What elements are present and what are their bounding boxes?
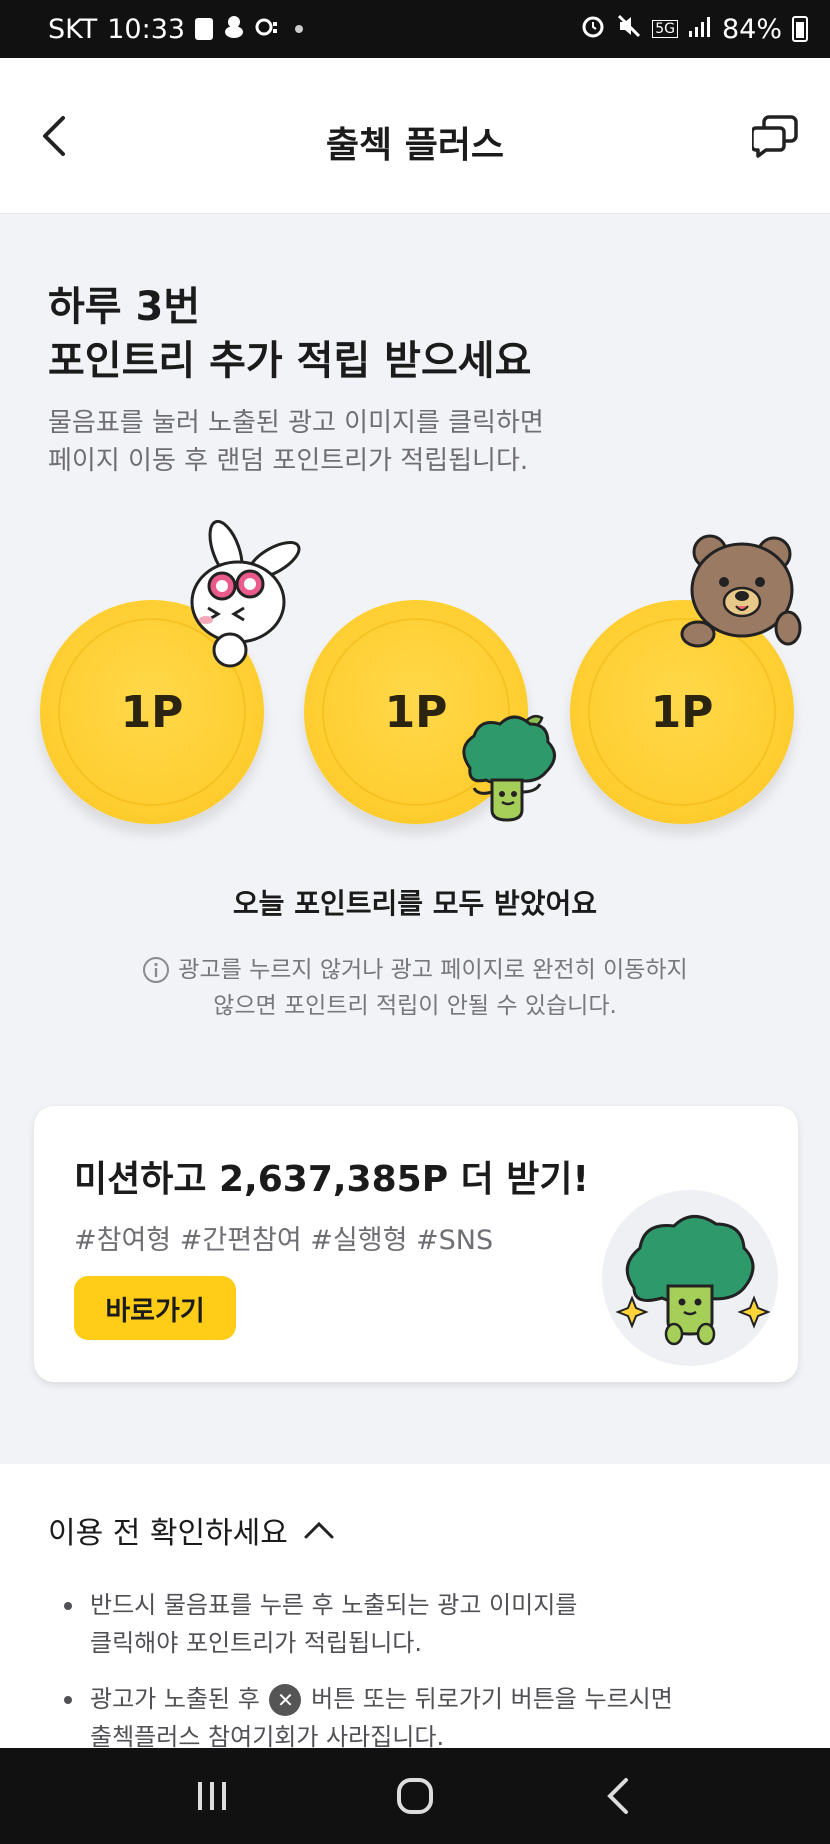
rabbit-character-icon (190, 520, 301, 668)
coin-1-label: 1P (120, 686, 184, 738)
notice-line1: 광고를 누르지 않거나 광고 페이지로 완전히 이동하지 (178, 957, 688, 983)
go-button[interactable]: 바로가기 (74, 1276, 236, 1340)
coin-2-label: 1P (384, 686, 448, 738)
page-title: 출첵 플러스 (325, 125, 505, 166)
info-item-2-after: 버튼 또는 뒤로가기 버튼을 누르시면 (311, 1685, 673, 1713)
info-icon (143, 957, 170, 983)
chevron-up-icon (304, 1521, 334, 1539)
alarm-icon (580, 13, 606, 46)
info-item-1-line1: 반드시 물음표를 누른 후 노출되는 광고 이미지를 (90, 1591, 578, 1619)
home-button[interactable] (385, 1766, 445, 1826)
mute-icon (616, 13, 642, 46)
usage-info-section: 이용 전 확인하세요 반드시 물음표를 누른 후 노출되는 광고 이미지를 클릭… (0, 1464, 830, 1751)
hero-title-line2: 포인트리 추가 적립 받으세요 (48, 338, 532, 384)
mission-tags: #참여형 #간편참여 #실행형 #SNS (74, 1225, 494, 1256)
info-item-1-line2: 클릭해야 포인트리가 적립됩니다. (90, 1629, 423, 1657)
info-item-1: 반드시 물음표를 누른 후 노출되는 광고 이미지를 클릭해야 포인트리가 적립… (60, 1586, 800, 1662)
app-icon (223, 14, 245, 45)
chat-bubbles-icon (752, 115, 798, 158)
app-header: 출첵 플러스 (0, 58, 830, 214)
chat-button[interactable] (748, 108, 804, 164)
battery-icon (792, 16, 808, 42)
back-arrow-icon (607, 1778, 629, 1814)
clock: 10:33 (107, 13, 186, 45)
mission-illustration (602, 1190, 778, 1366)
broccoli-sparkle-icon (615, 1215, 771, 1346)
battery-percent: 84% (721, 13, 782, 45)
status-bar: SKT 10:33 5G 84% (0, 0, 830, 58)
broccoli-character-icon (462, 715, 556, 822)
coin-3-label: 1P (650, 686, 714, 738)
game-icon (255, 14, 285, 45)
coin-row: 1P 1P 1P (0, 520, 830, 840)
info-toggle[interactable]: 이용 전 확인하세요 (48, 1508, 336, 1552)
bear-character-icon (680, 534, 802, 648)
system-nav-bar (0, 1748, 830, 1844)
hero-desc-line2: 페이지 이동 후 랜덤 포인트리가 적립됩니다. (48, 446, 529, 476)
hero-desc-line1: 물음표를 눌러 노출된 광고 이미지를 클릭하면 (48, 408, 544, 438)
carrier: SKT (48, 13, 98, 45)
completed-message: 오늘 포인트리를 모두 받았어요 (232, 887, 598, 920)
hero-title-line1: 하루 3번 (48, 284, 201, 330)
more-notifications-icon (295, 25, 304, 33)
signal-icon (688, 14, 712, 45)
info-item-2: 광고가 노출된 후 ✕ 버튼 또는 뒤로가기 버튼을 누르시면 출첵플러스 참여… (60, 1680, 800, 1756)
hero-description: 물음표를 눌러 노출된 광고 이미지를 클릭하면 페이지 이동 후 랜덤 포인트… (48, 404, 544, 480)
recent-apps-button[interactable] (182, 1766, 242, 1826)
info-item-2-before: 광고가 노출된 후 (90, 1685, 260, 1713)
mission-title: 미션하고 2,637,385P 더 받기! (74, 1159, 589, 1200)
info-list: 반드시 물음표를 누른 후 노출되는 광고 이미지를 클릭해야 포인트리가 적립… (60, 1586, 800, 1774)
network-type: 5G (652, 20, 678, 38)
hero-title: 하루 3번 포인트리 추가 적립 받으세요 (48, 280, 531, 388)
notification-icon (195, 18, 214, 40)
notice-line2: 않으면 포인트리 적립이 안될 수 있습니다. (213, 993, 617, 1019)
notice: 광고를 누르지 않거나 광고 페이지로 완전히 이동하지 않으면 포인트리 적립… (0, 952, 830, 1024)
mission-card[interactable]: 미션하고 2,637,385P 더 받기! #참여형 #간편참여 #실행형 #S… (34, 1106, 798, 1382)
close-circle-icon: ✕ (269, 1684, 302, 1716)
info-heading: 이용 전 확인하세요 (48, 1516, 288, 1551)
home-icon (396, 1778, 433, 1814)
recent-apps-icon (197, 1782, 226, 1810)
system-back-button[interactable] (588, 1766, 648, 1826)
